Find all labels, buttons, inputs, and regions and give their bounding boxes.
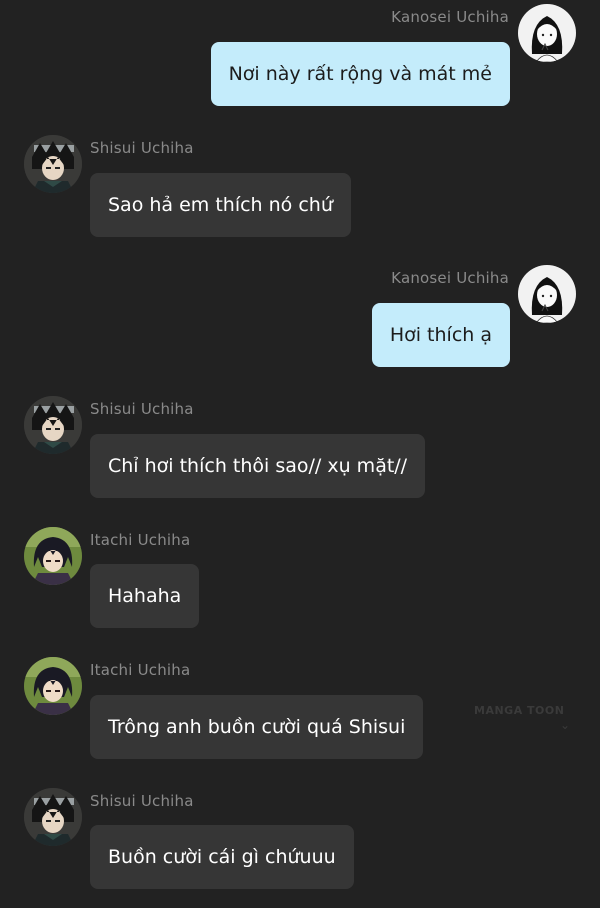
watermark: MANGA TOON bbox=[474, 704, 565, 717]
chevron-down-icon: ⌄ bbox=[560, 718, 571, 732]
sender-name: Itachi Uchiha bbox=[90, 661, 191, 679]
shisui-avatar-icon[interactable] bbox=[24, 396, 82, 454]
sender-name: Kanosei Uchiha bbox=[391, 269, 509, 287]
message-bubble[interactable]: Nơi này rất rộng và mát mẻ bbox=[210, 42, 510, 106]
sender-name: Shisui Uchiha bbox=[90, 139, 194, 157]
sender-name: Itachi Uchiha bbox=[90, 531, 191, 549]
message-bubble[interactable]: Hahaha bbox=[90, 564, 200, 628]
sender-name: Shisui Uchiha bbox=[90, 792, 194, 810]
kanosei-avatar-icon[interactable] bbox=[518, 4, 576, 62]
itachi-avatar-icon[interactable] bbox=[24, 657, 82, 715]
message-bubble[interactable]: Hơi thích ạ bbox=[371, 303, 510, 367]
message-bubble[interactable]: Buồn cười cái gì chứuuu bbox=[90, 825, 354, 889]
shisui-avatar-icon[interactable] bbox=[24, 788, 82, 846]
message-bubble[interactable]: Chỉ hơi thích thôi sao// xụ mặt// bbox=[90, 434, 426, 498]
sender-name: Kanosei Uchiha bbox=[391, 8, 509, 26]
message-bubble[interactable]: Trông anh buồn cười quá Shisui bbox=[90, 695, 424, 759]
itachi-avatar-icon[interactable] bbox=[24, 527, 82, 585]
shisui-avatar-icon[interactable] bbox=[24, 135, 82, 193]
kanosei-avatar-icon[interactable] bbox=[518, 265, 576, 323]
message-bubble[interactable]: Sao hả em thích nó chứ bbox=[90, 173, 351, 237]
sender-name: Shisui Uchiha bbox=[90, 400, 194, 418]
